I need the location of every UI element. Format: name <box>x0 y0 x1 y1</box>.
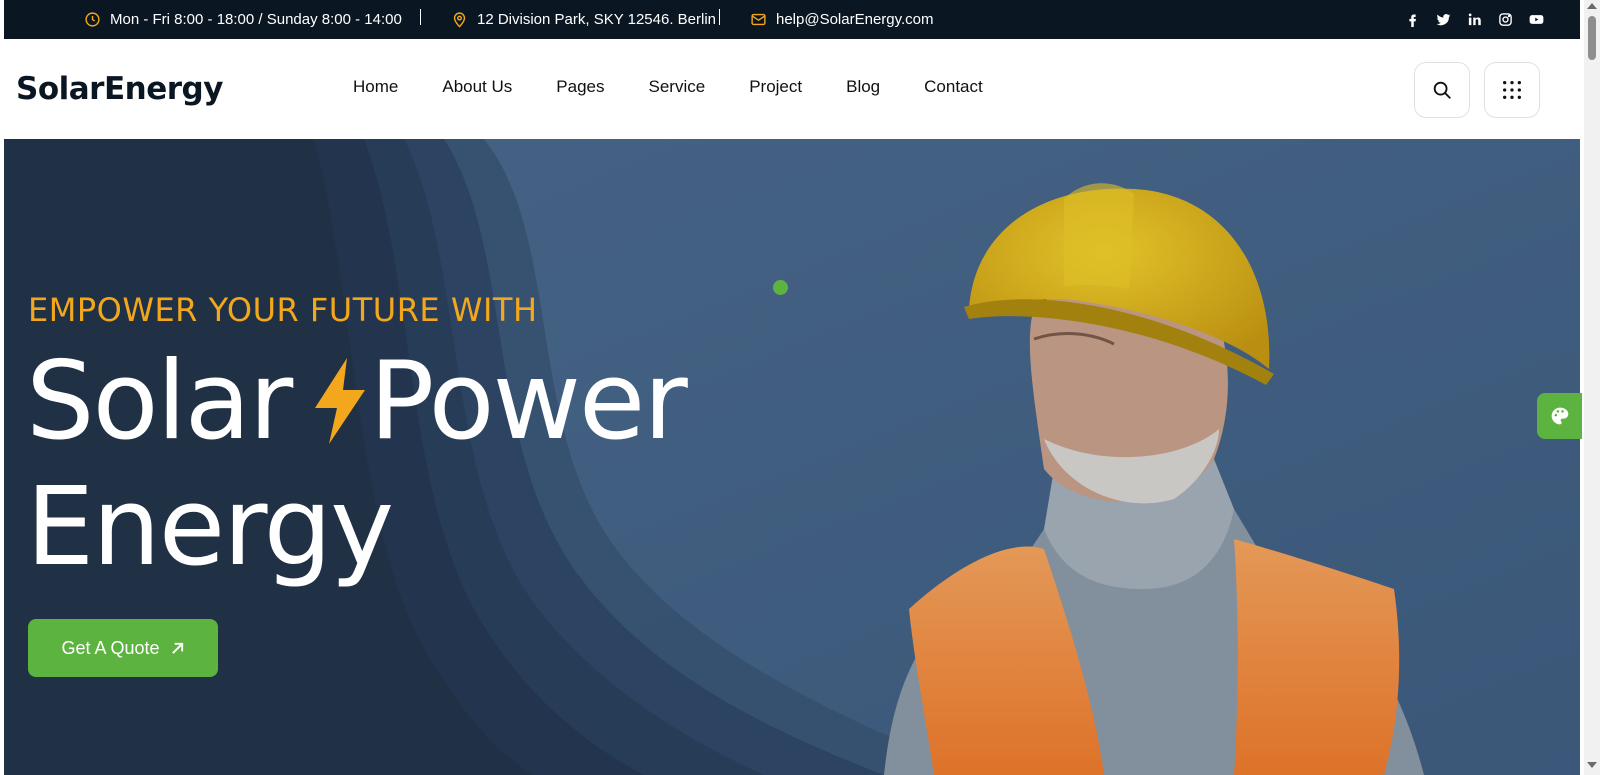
get-a-quote-button[interactable]: Get A Quote <box>28 619 218 677</box>
cta-label: Get A Quote <box>61 637 160 658</box>
headline-word-solar: Solar <box>26 339 293 464</box>
email-link[interactable]: help@SolarEnergy.com <box>776 11 934 28</box>
hours-info: Mon - Fri 8:00 - 18:00 / Sunday 8:00 - 1… <box>84 0 402 39</box>
twitter-icon[interactable] <box>1435 11 1452 28</box>
headline-word-energy: Energy <box>26 465 394 590</box>
search-button[interactable] <box>1414 62 1470 118</box>
search-icon <box>1433 81 1451 99</box>
nav-item-about-us[interactable]: About Us <box>442 77 512 97</box>
scroll-up-arrow[interactable] <box>1587 3 1597 9</box>
menu-grid-button[interactable] <box>1484 62 1540 118</box>
main-header: SolarEnergy Home About Us Pages Service … <box>4 39 1580 139</box>
headline-word-power: Power <box>369 339 688 464</box>
facebook-icon[interactable] <box>1404 11 1421 28</box>
hero-tagline: EMPOWER YOUR FUTURE WITH <box>28 291 538 329</box>
nav-item-pages[interactable]: Pages <box>556 77 604 97</box>
mail-icon <box>751 13 766 26</box>
hero-headline: Solar Power Energy <box>26 339 688 591</box>
arrow-up-right-icon <box>171 642 183 654</box>
nav-item-contact[interactable]: Contact <box>924 77 983 97</box>
address-info: 12 Division Park, SKY 12546. Berlin <box>451 0 716 39</box>
site-logo[interactable]: SolarEnergy <box>16 71 223 107</box>
page-scrollbar[interactable] <box>1584 0 1600 775</box>
scroll-down-arrow[interactable] <box>1587 762 1597 768</box>
lightning-bolt-icon <box>315 358 366 444</box>
nav-item-blog[interactable]: Blog <box>846 77 880 97</box>
grid-menu-icon <box>1503 81 1521 99</box>
main-nav: Home About Us Pages Service Project Blog… <box>353 77 1027 97</box>
linkedin-icon[interactable] <box>1466 11 1483 28</box>
page: Mon - Fri 8:00 - 18:00 / Sunday 8:00 - 1… <box>0 0 1600 775</box>
top-info-bar: Mon - Fri 8:00 - 18:00 / Sunday 8:00 - 1… <box>4 0 1580 39</box>
hero-section: EMPOWER YOUR FUTURE WITH Solar Power Ener… <box>4 139 1580 775</box>
map-pin-icon <box>453 12 466 28</box>
nav-item-project[interactable]: Project <box>749 77 802 97</box>
nav-item-service[interactable]: Service <box>649 77 706 97</box>
email-info[interactable]: help@SolarEnergy.com <box>750 0 934 39</box>
clock-icon <box>85 12 100 27</box>
divider <box>719 9 720 25</box>
youtube-icon[interactable] <box>1528 11 1545 28</box>
decorative-dot <box>773 280 788 295</box>
divider <box>420 9 421 25</box>
instagram-icon[interactable] <box>1497 11 1514 28</box>
color-switcher-button[interactable] <box>1537 393 1582 439</box>
address-text: 12 Division Park, SKY 12546. Berlin <box>477 11 717 28</box>
hours-text: Mon - Fri 8:00 - 18:00 / Sunday 8:00 - 1… <box>110 11 402 28</box>
palette-icon <box>1551 407 1568 425</box>
social-links <box>1404 0 1545 39</box>
scroll-thumb[interactable] <box>1588 16 1596 60</box>
nav-item-home[interactable]: Home <box>353 77 398 97</box>
